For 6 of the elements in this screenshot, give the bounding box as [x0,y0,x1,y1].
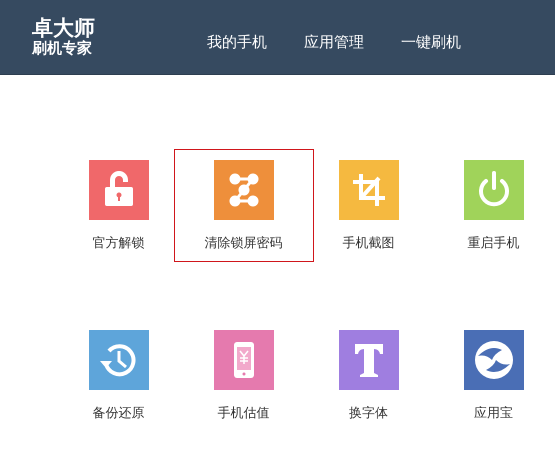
logo-subtitle: 刷机专家 [32,40,93,58]
nav-link[interactable]: 应用管理 [304,32,364,52]
nav-link[interactable]: 一键刷机 [401,32,461,52]
logo-title: 卓大师 [32,16,95,40]
nav-link[interactable]: 我的手机 [207,32,267,52]
tool-item[interactable]: 清除锁屏密码 [174,149,314,262]
